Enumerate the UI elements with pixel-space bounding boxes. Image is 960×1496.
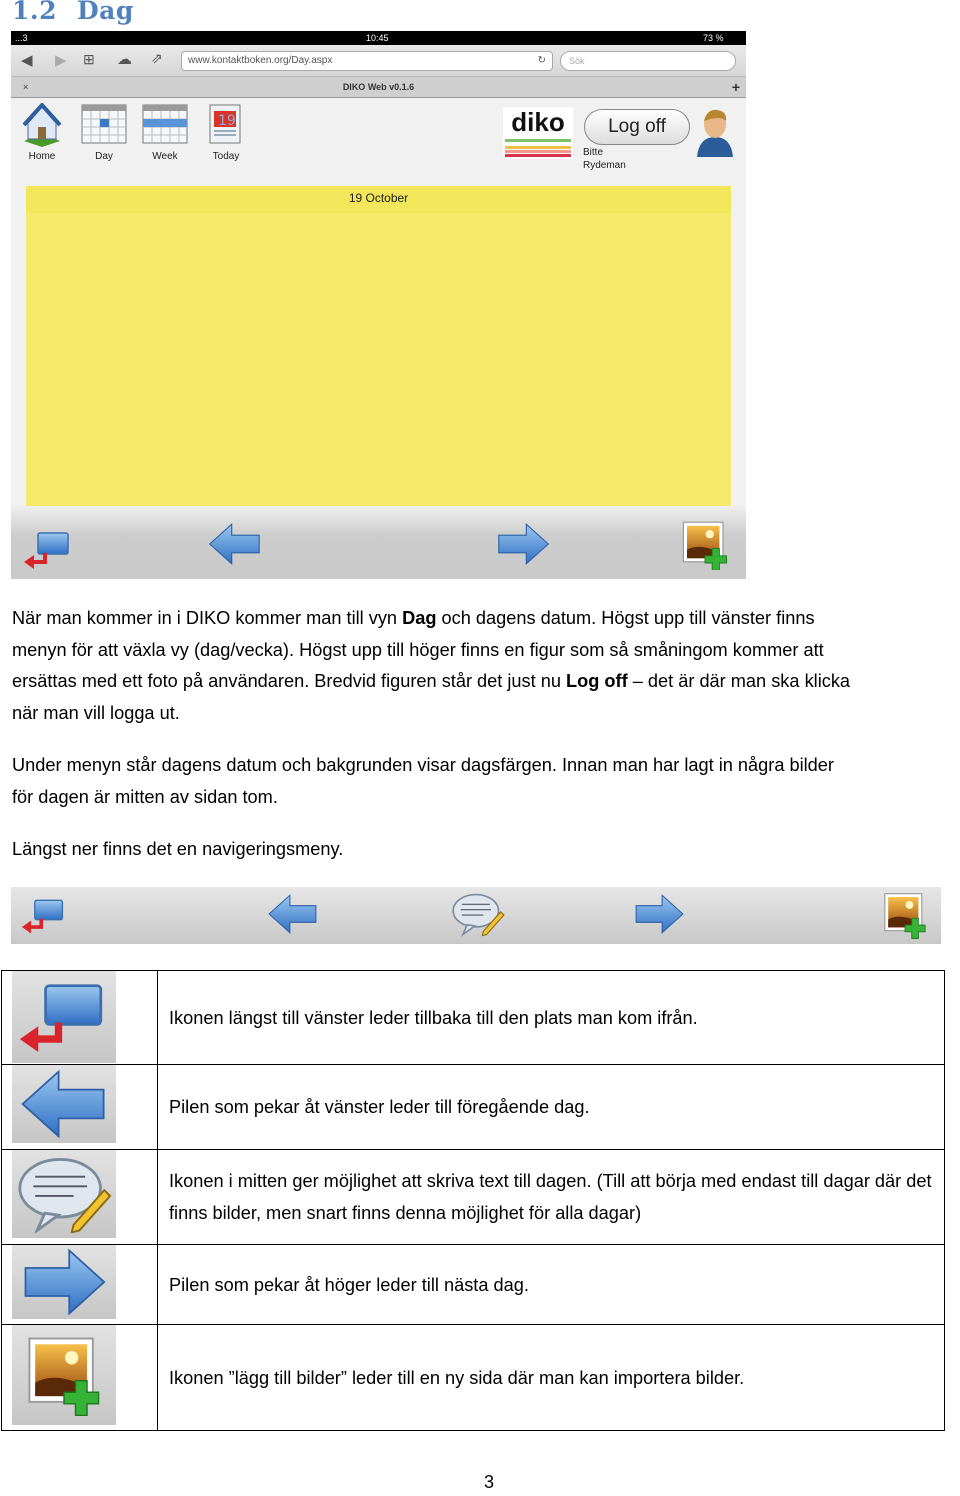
paragraph-1-line-4: när man vill logga ut. [12, 703, 180, 723]
battery: 73 % [703, 33, 724, 43]
menu-today[interactable]: 19 Today [201, 103, 251, 162]
paragraph-1-line-1: När man kommer in i DIKO kommer man till… [12, 608, 815, 628]
bottom-navigation [11, 506, 746, 579]
carrier-signal: ...3 [15, 33, 28, 43]
share-icon[interactable]: ⇗ [151, 50, 163, 67]
speech-bubble-pencil-icon [16, 1155, 112, 1233]
bookmarks-icon[interactable]: ⊞ [83, 51, 95, 68]
user-name: Bitte Rydeman [583, 147, 626, 171]
add-picture-icon[interactable] [675, 520, 735, 570]
new-tab-icon[interactable]: + [732, 77, 740, 98]
house-icon [22, 103, 62, 147]
menu-day[interactable]: Day [79, 103, 129, 162]
today-calendar-icon: 19 [209, 104, 241, 144]
paragraph-2-line-2: för dagen är mitten av sidan tom. [12, 787, 278, 807]
arrow-left-icon [18, 1068, 110, 1140]
diko-logo: diko [503, 107, 573, 159]
table-row: Pilen som pekar åt höger leder till näst… [1, 1244, 945, 1325]
menu-home[interactable]: Home [17, 103, 67, 162]
table-row: Ikonen ”lägg till bilder” leder till en … [1, 1324, 945, 1431]
svg-text:19: 19 [218, 113, 236, 129]
paragraph-1-line-3: ersättas med ett foto på användaren. Bre… [12, 671, 851, 691]
status-bar: ...3 10:45 73 % [11, 31, 746, 45]
app-screenshot: ...3 10:45 73 % ◀ ▶ ⊞ ☁ ⇗ www.kontaktbok… [11, 31, 746, 579]
add-picture-icon [16, 1333, 112, 1417]
paragraph-3: Längst ner finns det en navigeringsmeny. [12, 839, 344, 859]
table-row: Pilen som pekar åt vänster leder till fö… [1, 1064, 945, 1150]
week-calendar-icon [142, 104, 188, 144]
browser-tab[interactable]: × DIKO Web v0.1.6 + [11, 77, 746, 98]
search-field[interactable]: Sök [560, 51, 736, 71]
back-return-icon [18, 980, 110, 1054]
user-avatar-icon [697, 109, 733, 157]
forward-icon[interactable]: ▶ [55, 51, 67, 69]
arrow-left-icon [267, 893, 319, 935]
browser-toolbar: ◀ ▶ ⊞ ☁ ⇗ www.kontaktboken.org/Day.aspx ↻… [11, 45, 746, 77]
url-field[interactable]: www.kontaktboken.org/Day.aspx ↻ [181, 51, 553, 71]
section-heading: 1.2 Dag [12, 0, 134, 25]
back-return-icon[interactable] [23, 530, 73, 570]
previous-day-icon[interactable] [207, 522, 263, 566]
close-tab-icon[interactable]: × [23, 77, 28, 98]
paragraph-2-line-1: Under menyn står dagens datum och bakgru… [12, 755, 834, 775]
cloud-icon[interactable]: ☁ [117, 50, 132, 68]
paragraph-1-line-2: menyn för att växla vy (dag/vecka). Högs… [12, 640, 824, 660]
table-row: Ikonen i mitten ger möjlighet att skriva… [1, 1149, 945, 1245]
add-picture-icon [877, 891, 933, 939]
date-header: 19 October [26, 186, 731, 213]
log-off-button[interactable]: Log off [584, 109, 690, 145]
speech-bubble-pencil-icon [451, 891, 505, 937]
back-return-icon [21, 897, 67, 935]
navigation-menu-illustration [11, 887, 941, 944]
day-content-area: 19 October [26, 186, 731, 506]
arrow-right-icon [633, 893, 685, 935]
day-calendar-icon [81, 104, 127, 144]
table-row: Ikonen längst till vänster leder tillbak… [1, 970, 945, 1065]
reload-icon[interactable]: ↻ [538, 52, 546, 70]
page-number: 3 [484, 1472, 495, 1492]
next-day-icon[interactable] [495, 522, 551, 566]
arrow-right-icon [18, 1247, 110, 1317]
clock: 10:45 [366, 33, 389, 43]
tab-title: DIKO Web v0.1.6 [342, 82, 415, 92]
back-icon[interactable]: ◀ [21, 51, 33, 69]
menu-week[interactable]: Week [140, 103, 190, 162]
icon-explanation-table: Ikonen längst till vänster leder tillbak… [1, 970, 945, 1431]
